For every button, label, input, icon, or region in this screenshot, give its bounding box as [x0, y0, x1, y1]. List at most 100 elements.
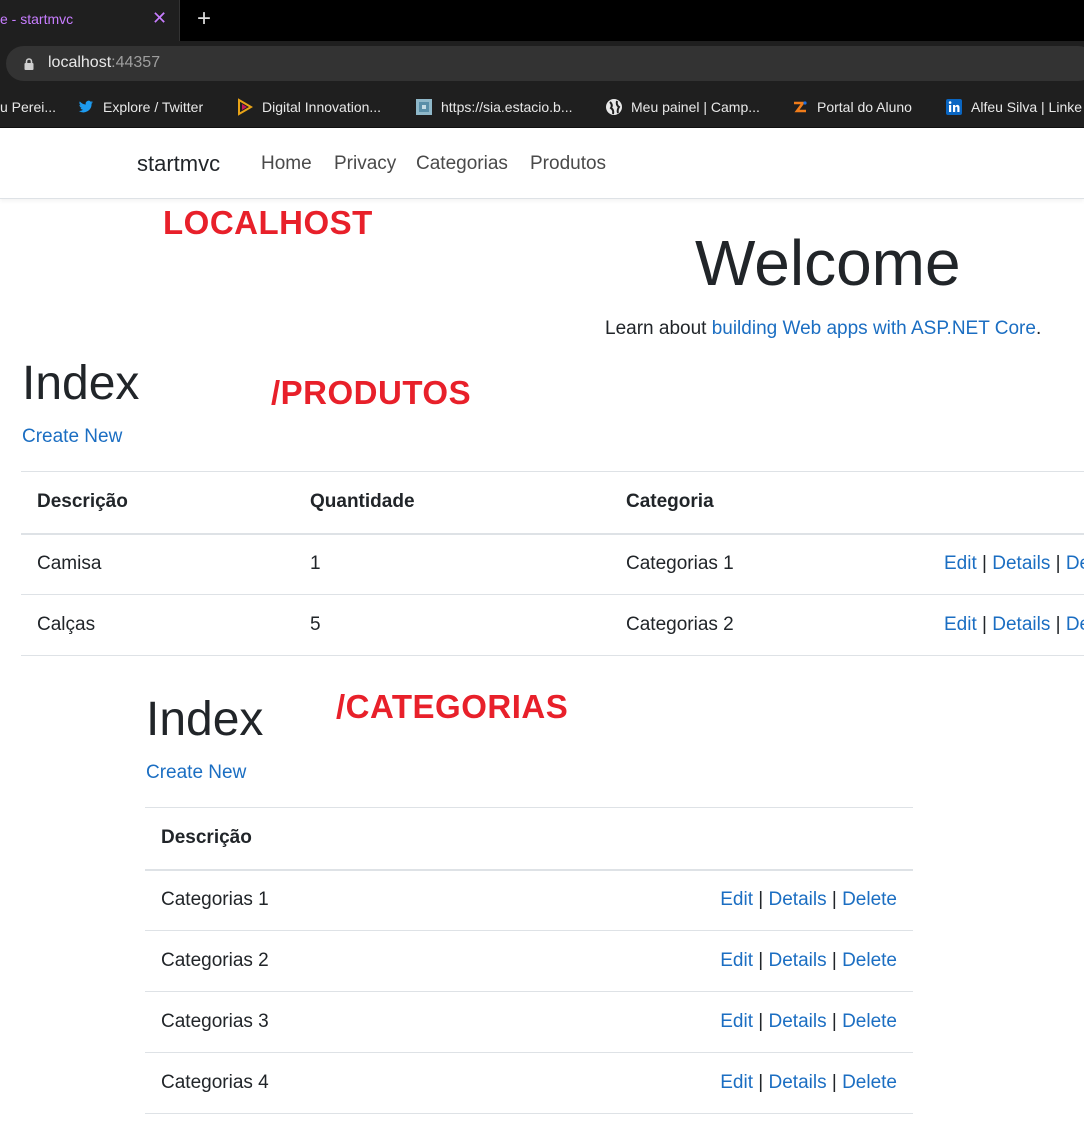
cell-actions: Edit | Details | Delete: [452, 1052, 913, 1114]
bookmark-label: u Perei...: [0, 99, 57, 115]
cell-descricao: Categorias 1: [145, 869, 453, 931]
cell-descricao: Camisa: [21, 533, 294, 595]
lock-icon: [24, 58, 34, 70]
separator: |: [758, 1072, 764, 1093]
url-host: localhost: [48, 54, 112, 71]
bookmark-label: https://sia.estacio.b...: [441, 99, 573, 115]
delete-link[interactable]: Delete: [842, 889, 897, 910]
delete-link[interactable]: De: [1066, 553, 1084, 574]
edit-link[interactable]: Edit: [944, 553, 977, 574]
column-header-categoria: Categoria: [610, 471, 928, 535]
bookmark-item[interactable]: u Perei...: [0, 96, 56, 118]
address-bar[interactable]: localhost:44357: [6, 46, 1084, 81]
globe-icon: [606, 99, 622, 115]
bookmark-label: Alfeu Silva | Linke: [971, 99, 1083, 115]
cell-categoria: Categorias 1: [610, 533, 928, 595]
annotation-localhost: LOCALHOST: [163, 204, 373, 241]
separator: |: [758, 889, 764, 911]
categorias-page-title: Index: [146, 693, 264, 746]
browser-tab[interactable]: e - startmvc ✕: [0, 0, 180, 41]
welcome-title: Welcome: [695, 227, 961, 299]
linkedin-icon: [946, 99, 962, 115]
learn-prefix: Learn about: [605, 318, 712, 339]
close-icon[interactable]: ✕: [152, 8, 167, 28]
bookmark-label: Explore / Twitter: [103, 99, 204, 115]
details-link[interactable]: Details: [992, 614, 1050, 635]
cell-descricao: Categorias 4: [145, 1052, 453, 1114]
separator: |: [1055, 614, 1061, 635]
bookmark-item[interactable]: Meu painel | Camp...: [605, 96, 760, 118]
table-row: Categorias 4 Edit | Details | Delete: [145, 1052, 913, 1114]
delete-link[interactable]: Delete: [842, 1072, 897, 1093]
details-link[interactable]: Details: [769, 1072, 827, 1093]
tab-title: e - startmvc: [0, 11, 74, 27]
delete-link[interactable]: Delete: [842, 1011, 897, 1032]
learn-suffix: .: [1035, 318, 1042, 339]
bookmarks-bar: u Perei... Explore / Twitter Digital Inn…: [0, 87, 1084, 128]
separator: |: [982, 614, 987, 635]
cell-quantidade: 5: [294, 594, 610, 656]
cell-quantidade: 1: [294, 533, 610, 595]
separator: |: [831, 1011, 837, 1032]
cell-descricao: Calças: [21, 594, 294, 656]
table-row: Categorias 1 Edit | Details | Delete: [145, 869, 913, 931]
twitter-icon: [78, 100, 93, 113]
url-text: localhost:44357: [48, 54, 160, 72]
cell-actions: Edit | Details | De: [928, 533, 1084, 595]
cell-actions: Edit | Details | Delete: [452, 869, 913, 931]
edit-link[interactable]: Edit: [720, 889, 753, 910]
bookmark-item[interactable]: Explore / Twitter: [77, 96, 203, 118]
table-header-row: Descrição Quantidade Categoria: [21, 471, 1084, 535]
bookmark-item[interactable]: Portal do Aluno: [791, 96, 912, 118]
cell-categoria: Categorias 2: [610, 594, 928, 656]
column-header-descricao: Descrição: [21, 471, 294, 535]
column-header-descricao: Descrição: [145, 807, 453, 871]
bookmark-item[interactable]: Digital Innovation...: [236, 96, 381, 118]
table-row: Categorias 2 Edit | Details | Delete: [145, 930, 913, 992]
produtos-create-new-link[interactable]: Create New: [22, 426, 122, 448]
details-link[interactable]: Details: [992, 553, 1050, 574]
edit-link[interactable]: Edit: [720, 1072, 753, 1093]
aspnet-docs-link[interactable]: building Web apps with ASP.NET Core: [712, 318, 1036, 339]
dio-icon: [238, 98, 253, 116]
separator: |: [1055, 553, 1061, 575]
edit-link[interactable]: Edit: [720, 1011, 753, 1032]
separator: |: [831, 950, 837, 971]
categorias-table: Descrição Categorias 1 Edit | Details | …: [145, 807, 913, 1114]
annotation-categorias: /CATEGORIAS: [336, 688, 569, 725]
separator: |: [758, 1011, 764, 1032]
separator: |: [831, 889, 837, 911]
url-port: :44357: [111, 54, 161, 71]
navbar-brand[interactable]: startmvc: [137, 151, 220, 177]
cell-actions: Edit | Details | Delete: [452, 930, 913, 992]
nav-link-privacy[interactable]: Privacy: [334, 153, 396, 175]
column-header-actions: [452, 807, 913, 871]
column-header-actions: [928, 471, 1084, 535]
nav-link-home[interactable]: Home: [261, 153, 312, 175]
details-link[interactable]: Details: [769, 1011, 827, 1032]
edit-link[interactable]: Edit: [944, 614, 977, 635]
nav-link-produtos[interactable]: Produtos: [530, 153, 606, 175]
delete-link[interactable]: Delete: [842, 950, 897, 971]
bookmark-item[interactable]: Alfeu Silva | Linke: [945, 96, 1082, 118]
edit-link[interactable]: Edit: [720, 950, 753, 971]
bookmark-label: Portal do Aluno: [817, 99, 912, 115]
details-link[interactable]: Details: [769, 889, 827, 910]
bookmark-label: Meu painel | Camp...: [631, 99, 760, 115]
nav-link-categorias[interactable]: Categorias: [416, 153, 508, 175]
cell-descricao: Categorias 2: [145, 930, 453, 992]
separator: |: [831, 1072, 837, 1093]
delete-link[interactable]: De: [1066, 614, 1084, 635]
cell-actions: Edit | Details | De: [928, 594, 1084, 656]
details-link[interactable]: Details: [769, 950, 827, 971]
new-tab-icon[interactable]: +: [197, 5, 211, 33]
table-row: Camisa 1 Categorias 1 Edit | Details | D…: [21, 533, 1084, 595]
separator: |: [758, 950, 764, 971]
produtos-page-title: Index: [22, 357, 140, 410]
annotation-produtos: /PRODUTOS: [271, 374, 472, 411]
categorias-create-new-link[interactable]: Create New: [146, 762, 246, 784]
learn-about-text: Learn about building Web apps with ASP.N…: [605, 318, 1041, 340]
sia-icon: [416, 99, 432, 115]
bookmark-item[interactable]: https://sia.estacio.b...: [415, 96, 573, 118]
cell-descricao: Categorias 3: [145, 991, 453, 1053]
